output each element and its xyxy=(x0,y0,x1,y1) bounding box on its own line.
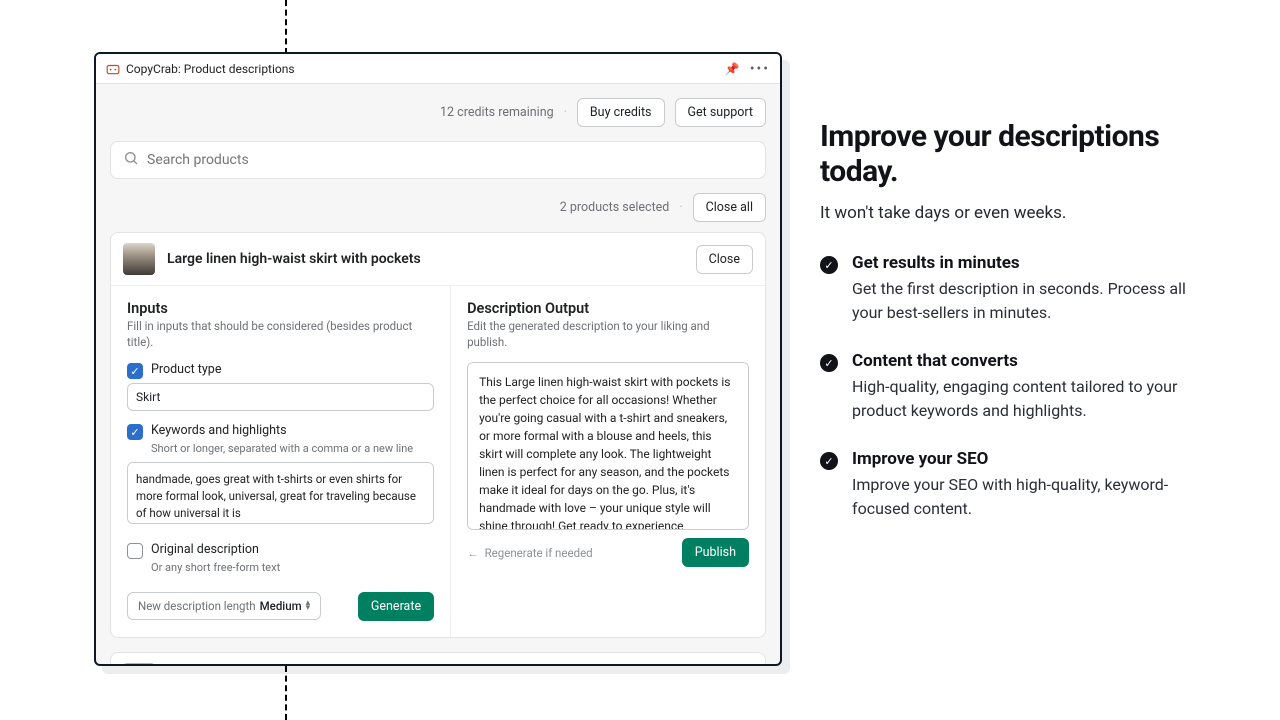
selection-summary: 2 products selected · Close all xyxy=(110,193,766,222)
original-description-checkbox[interactable] xyxy=(127,543,143,559)
marketing-subtitle: It won't take days or even weeks. xyxy=(820,203,1200,223)
credits-remaining: 12 credits remaining xyxy=(440,105,554,120)
chevron-updown-icon: ▴▾ xyxy=(306,601,311,612)
close-product-button[interactable]: Close xyxy=(696,664,753,666)
inputs-subtext: Fill in inputs that should be considered… xyxy=(127,319,434,350)
original-description-subtext: Or any short free-form text xyxy=(151,561,434,575)
marketing-heading: Improve your descriptions today. xyxy=(820,120,1200,189)
benefit-title: Improve your SEO xyxy=(852,449,1200,469)
benefit-desc: Improve your SEO with high-quality, keyw… xyxy=(852,473,1200,521)
products-selected-text: 2 products selected xyxy=(560,200,670,215)
search-card xyxy=(110,141,766,179)
keywords-input[interactable] xyxy=(127,462,434,524)
search-icon xyxy=(123,150,139,170)
output-textarea[interactable] xyxy=(467,362,749,530)
length-select[interactable]: New description length Medium ▴▾ xyxy=(127,592,321,620)
output-subtext: Edit the generated description to your l… xyxy=(467,319,749,350)
close-product-button[interactable]: Close xyxy=(696,245,753,274)
regenerate-label: Regenerate if needed xyxy=(485,546,593,560)
regenerate-link[interactable]: ← Regenerate if needed xyxy=(467,546,593,560)
publish-button[interactable]: Publish xyxy=(682,538,749,567)
benefit-desc: High-quality, engaging content tailored … xyxy=(852,375,1200,423)
original-description-label: Original description xyxy=(151,542,259,557)
benefit-item: ✓ Content that converts High-quality, en… xyxy=(820,351,1200,423)
product-header: Large linen high-waist skirt with pocket… xyxy=(111,233,765,285)
app-logo-icon xyxy=(106,62,120,76)
check-circle-icon: ✓ xyxy=(820,354,838,372)
length-label: New description length xyxy=(138,599,256,613)
benefit-title: Content that converts xyxy=(852,351,1200,371)
close-all-button[interactable]: Close all xyxy=(693,193,766,222)
generate-button[interactable]: Generate xyxy=(358,592,434,621)
credits-bar: 12 credits remaining · Buy credits Get s… xyxy=(110,98,766,127)
app-titlebar: CopyCrab: Product descriptions 📌 ••• xyxy=(96,54,780,84)
marketing-panel: Improve your descriptions today. It won'… xyxy=(820,120,1200,547)
output-panel: Description Output Edit the generated de… xyxy=(451,286,765,637)
length-value: Medium xyxy=(260,599,302,613)
check-circle-icon: ✓ xyxy=(820,452,838,470)
keywords-checkbox[interactable] xyxy=(127,424,143,440)
benefit-item: ✓ Get results in minutes Get the first d… xyxy=(820,253,1200,325)
output-heading: Description Output xyxy=(467,300,749,317)
search-input[interactable] xyxy=(147,152,753,168)
buy-credits-button[interactable]: Buy credits xyxy=(577,98,665,127)
product-type-label: Product type xyxy=(151,362,221,377)
product-card-expanded: Large linen high-waist skirt with pocket… xyxy=(110,232,766,638)
benefit-title: Get results in minutes xyxy=(852,253,1200,273)
product-title: Large linen high-waist skirt with pocket… xyxy=(167,251,684,267)
app-window: CopyCrab: Product descriptions 📌 ••• 12 … xyxy=(94,52,782,666)
more-menu-icon[interactable]: ••• xyxy=(750,61,770,77)
check-circle-icon: ✓ xyxy=(820,256,838,274)
inputs-heading: Inputs xyxy=(127,300,434,317)
keywords-label: Keywords and highlights xyxy=(151,423,287,438)
arrow-left-icon: ← xyxy=(467,546,479,560)
benefit-item: ✓ Improve your SEO Improve your SEO with… xyxy=(820,449,1200,521)
get-support-button[interactable]: Get support xyxy=(675,98,766,127)
benefit-desc: Get the first description in seconds. Pr… xyxy=(852,277,1200,325)
keywords-subtext: Short or longer, separated with a comma … xyxy=(151,442,434,456)
product-header: Blue overalls: Fall edition Close xyxy=(111,653,765,666)
pin-icon[interactable]: 📌 xyxy=(725,62,740,76)
app-title: CopyCrab: Product descriptions xyxy=(126,62,295,76)
product-card-collapsed: Blue overalls: Fall edition Close xyxy=(110,652,766,666)
decorative-dashed-line-bottom xyxy=(285,666,287,720)
product-thumbnail xyxy=(123,243,155,275)
decorative-dashed-line-top xyxy=(285,0,287,54)
product-type-input[interactable] xyxy=(127,383,434,411)
product-type-checkbox[interactable] xyxy=(127,363,143,379)
inputs-panel: Inputs Fill in inputs that should be con… xyxy=(111,286,451,637)
product-thumbnail xyxy=(123,663,155,666)
